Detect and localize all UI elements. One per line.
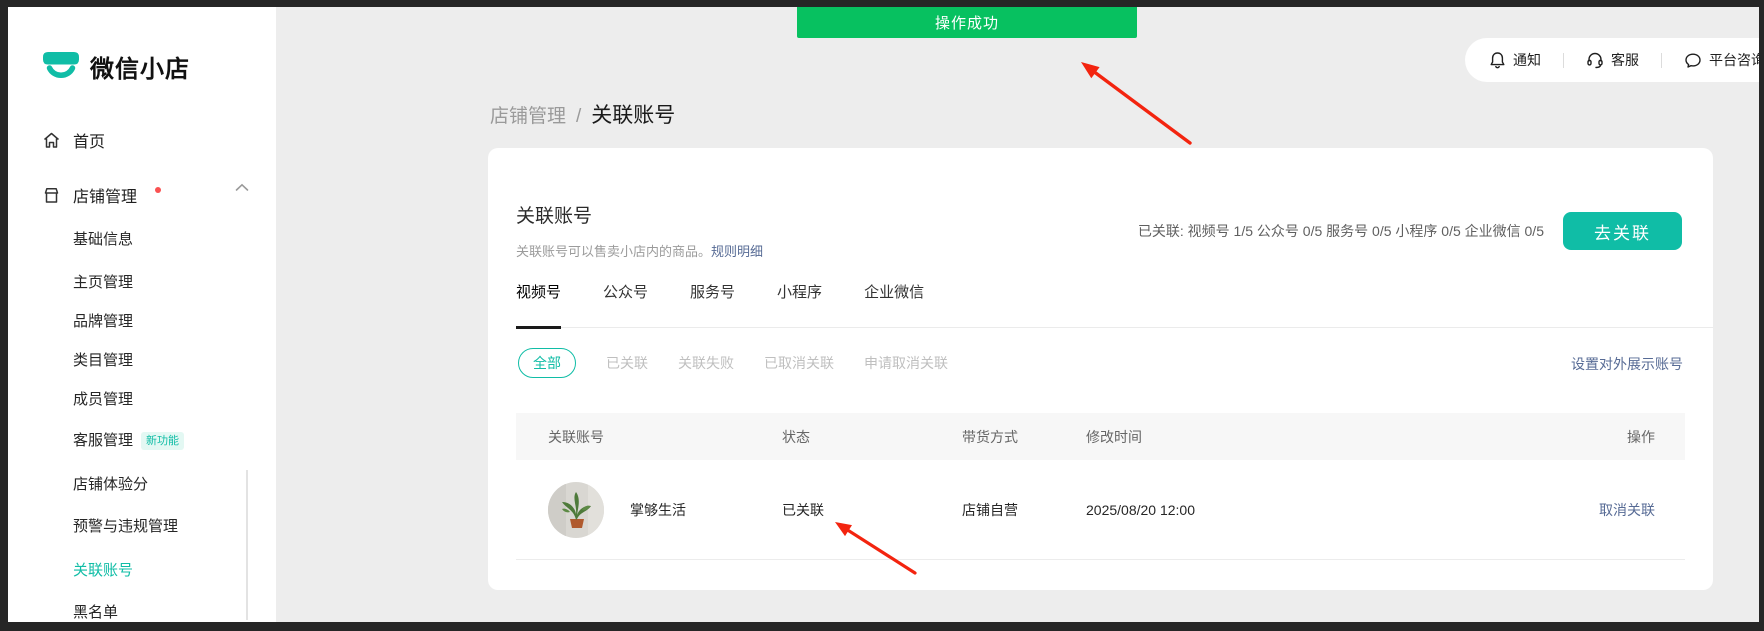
breadcrumb-separator: / [576, 106, 581, 128]
chat-bubble-icon [1684, 52, 1702, 69]
table-row: 掌够生活 已关联 店铺自营 2025/08/20 12:00 取消关联 [516, 460, 1685, 560]
breadcrumb: 店铺管理 / 关联账号 [490, 99, 675, 129]
tab-service-account[interactable]: 服务号 [690, 281, 735, 327]
shop-logo-icon [42, 50, 80, 84]
sidebar-item-home[interactable]: 首页 [42, 129, 105, 151]
tab-channels[interactable]: 视频号 [516, 281, 561, 327]
notifications-button[interactable]: 通知 [1489, 50, 1541, 70]
tab-wecom[interactable]: 企业微信 [864, 281, 924, 327]
header-mode: 带货方式 [962, 413, 1018, 460]
sidebar: 微信小店 首页 店铺管理 [8, 7, 276, 622]
headset-icon [1586, 51, 1604, 69]
account-status: 已关联 [782, 460, 824, 560]
status-filters: 全部 已关联 关联失败 已取消关联 申请取消关联 [518, 348, 948, 378]
sidebar-item-blacklist[interactable]: 黑名单 [73, 603, 118, 622]
breadcrumb-current: 关联账号 [591, 99, 675, 129]
customer-service-label: 客服 [1611, 50, 1639, 70]
linked-summary: 已关联: 视频号 1/5 公众号 0/5 服务号 0/5 小程序 0/5 企业微… [1138, 221, 1544, 241]
account-modified-time: 2025/08/20 12:00 [1086, 460, 1195, 560]
tab-official-account[interactable]: 公众号 [603, 281, 648, 327]
main-content: 操作成功 通知 客服 [276, 7, 1759, 622]
divider [1563, 53, 1564, 68]
rules-detail-link[interactable]: 规则明细 [711, 244, 763, 259]
topbar-pill: 通知 客服 平台咨询 [1465, 38, 1759, 82]
sidebar-item-linked-accounts[interactable]: 关联账号 [73, 561, 133, 581]
sidebar-item-warnings[interactable]: 预警与违规管理 [73, 517, 178, 537]
sidebar-item-members[interactable]: 成员管理 [73, 390, 133, 410]
sidebar-item-experience-score[interactable]: 店铺体验分 [73, 475, 148, 495]
header-account: 关联账号 [548, 413, 604, 460]
filter-all[interactable]: 全部 [518, 348, 576, 378]
tab-mini-program[interactable]: 小程序 [777, 281, 822, 327]
sidebar-item-customer-service[interactable]: 客服管理 新功能 [73, 431, 184, 451]
notification-dot [155, 187, 161, 193]
app-logo: 微信小店 [42, 49, 190, 84]
sidebar-item-label: 店铺管理 [73, 183, 137, 207]
customer-service-button[interactable]: 客服 [1586, 50, 1639, 70]
filter-cancelled[interactable]: 已取消关联 [764, 353, 834, 373]
bell-icon [1489, 51, 1506, 69]
linked-accounts-panel: 关联账号 关联账号可以售卖小店内的商品。规则明细 已关联: 视频号 1/5 公众… [488, 148, 1713, 590]
store-icon [42, 186, 61, 205]
chevron-up-icon[interactable] [235, 183, 249, 192]
header-action: 操作 [1627, 413, 1655, 460]
panel-header-right: 已关联: 视频号 1/5 公众号 0/5 服务号 0/5 小程序 0/5 企业微… [1138, 212, 1682, 250]
linked-accounts-table: 关联账号 状态 带货方式 修改时间 操作 [516, 413, 1685, 560]
sidebar-item-basic-info[interactable]: 基础信息 [73, 230, 133, 250]
header-status: 状态 [782, 413, 810, 460]
platform-consult-label: 平台咨询 [1709, 50, 1759, 70]
filter-failed[interactable]: 关联失败 [678, 353, 734, 373]
panel-subtitle: 关联账号可以售卖小店内的商品。规则明细 [516, 241, 763, 260]
new-feature-badge: 新功能 [141, 432, 184, 450]
sidebar-item-brand[interactable]: 品牌管理 [73, 312, 133, 332]
notifications-label: 通知 [1513, 50, 1541, 70]
table-header: 关联账号 状态 带货方式 修改时间 操作 [516, 413, 1685, 460]
account-avatar [548, 482, 604, 538]
app-title: 微信小店 [90, 49, 190, 84]
sidebar-item-shop-management[interactable]: 店铺管理 [42, 184, 161, 206]
header-modified: 修改时间 [1086, 413, 1142, 460]
unlink-action-link[interactable]: 取消关联 [1599, 460, 1655, 560]
platform-consult-button[interactable]: 平台咨询 [1684, 50, 1759, 70]
success-toast: 操作成功 [797, 7, 1137, 38]
account-name: 掌够生活 [630, 460, 686, 560]
toast-message: 操作成功 [935, 12, 999, 33]
app-window: 微信小店 首页 店铺管理 [8, 7, 1759, 622]
filter-cancel-requested[interactable]: 申请取消关联 [864, 353, 948, 373]
set-display-account-link[interactable]: 设置对外展示账号 [1571, 354, 1683, 374]
panel-title: 关联账号 [516, 201, 592, 228]
account-mode: 店铺自营 [962, 460, 1018, 560]
sidebar-item-category[interactable]: 类目管理 [73, 351, 133, 371]
account-type-tabs: 视频号 公众号 服务号 小程序 企业微信 [516, 281, 1713, 328]
filter-linked[interactable]: 已关联 [606, 353, 648, 373]
sidebar-item-homepage[interactable]: 主页管理 [73, 273, 133, 293]
sidebar-item-label: 首页 [73, 128, 105, 152]
home-icon [42, 131, 61, 150]
go-link-button[interactable]: 去关联 [1563, 212, 1682, 250]
breadcrumb-parent[interactable]: 店铺管理 [490, 101, 566, 128]
sidebar-scrollbar[interactable] [246, 470, 248, 620]
divider [1661, 53, 1662, 68]
